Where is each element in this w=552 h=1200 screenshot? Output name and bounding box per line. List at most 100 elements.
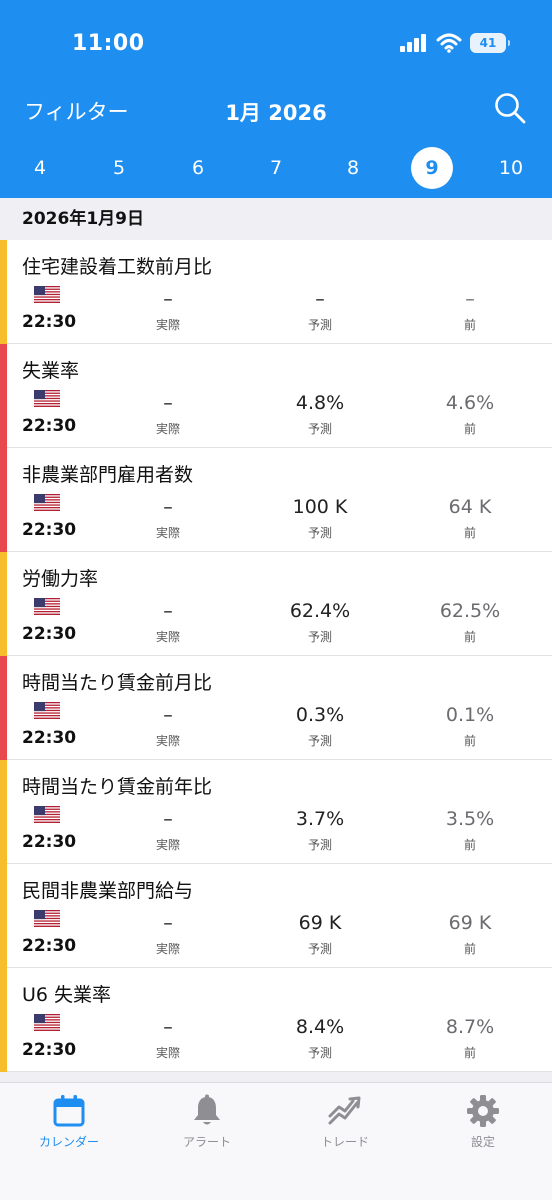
previous-value: 62.5% — [439, 600, 501, 622]
date-strip: 4 5 6 7 8 9 10 — [0, 145, 552, 189]
us-flag-icon — [34, 1014, 60, 1031]
calendar-icon — [53, 1095, 85, 1127]
event-row[interactable]: 失業率 22:30 – 実際 4.8% 予測 4.6% 前 — [0, 344, 552, 448]
us-flag-icon — [34, 286, 60, 303]
event-title: 住宅建設着工数前月比 — [22, 256, 213, 278]
actual-label: 実際 — [155, 318, 180, 332]
previous-label: 前 — [463, 318, 476, 332]
app-root: 11:00 41 フィルター 1月 2026 4 5 6 7 8 9 10 20… — [0, 0, 552, 1200]
tab-calendar[interactable]: カレンダー — [0, 1093, 138, 1157]
previous-column: 8.7% 前 — [410, 1014, 530, 1061]
tab-alerts-label: アラート — [182, 1135, 231, 1149]
forecast-column: 4.8% 予測 — [260, 390, 380, 437]
date-item-9[interactable]: 9 — [411, 147, 453, 189]
previous-value: – — [465, 288, 475, 310]
date-item-5[interactable]: 5 — [98, 147, 140, 189]
previous-value: 4.6% — [445, 392, 495, 414]
actual-label: 実際 — [155, 942, 180, 956]
trade-chart-icon — [328, 1096, 361, 1125]
forecast-column: – 予測 — [260, 286, 380, 333]
event-title: 非農業部門雇用者数 — [22, 464, 194, 486]
forecast-value: 0.3% — [295, 704, 345, 726]
list-footer-spacer — [0, 1072, 552, 1082]
impact-indicator — [0, 448, 7, 552]
previous-value: 8.7% — [445, 1016, 495, 1038]
tab-settings[interactable]: 設定 — [414, 1093, 552, 1157]
tab-alerts[interactable]: アラート — [138, 1093, 276, 1157]
date-item-6[interactable]: 6 — [177, 147, 219, 189]
us-flag-icon — [34, 910, 60, 927]
actual-label: 実際 — [155, 526, 180, 540]
previous-value: 3.5% — [445, 808, 495, 830]
forecast-label: 予測 — [307, 318, 332, 332]
event-row[interactable]: 時間当たり賃金前年比 22:30 – 実際 3.7% 予測 3.5% 前 — [0, 760, 552, 864]
previous-value: 64 K — [448, 496, 492, 518]
actual-column: – 実際 — [108, 806, 228, 853]
actual-value: – — [163, 912, 173, 934]
actual-value: – — [163, 704, 173, 726]
month-title[interactable]: 1月 2026 — [0, 97, 552, 127]
actual-column: – 実際 — [108, 1014, 228, 1061]
tab-calendar-label: カレンダー — [38, 1135, 99, 1149]
event-row[interactable]: 労働力率 22:30 – 実際 62.4% 予測 62.5% 前 — [0, 552, 552, 656]
event-title: U6 失業率 — [22, 984, 112, 1006]
forecast-value: 69 K — [298, 912, 342, 934]
date-item-4[interactable]: 4 — [19, 147, 61, 189]
status-icons: 41 — [400, 33, 510, 53]
forecast-column: 8.4% 予測 — [260, 1014, 380, 1061]
event-time: 22:30 — [22, 832, 77, 852]
tab-trade[interactable]: トレード — [276, 1093, 414, 1157]
event-title: 労働力率 — [22, 568, 99, 590]
impact-indicator — [0, 552, 7, 656]
us-flag-icon — [34, 598, 60, 615]
previous-column: 0.1% 前 — [410, 702, 530, 749]
forecast-column: 100 K 予測 — [260, 494, 380, 541]
tab-trade-label: トレード — [320, 1135, 369, 1149]
actual-value: – — [163, 392, 173, 414]
event-row[interactable]: 民間非農業部門給与 22:30 – 実際 69 K 予測 69 K 前 — [0, 864, 552, 968]
actual-value: – — [163, 600, 173, 622]
date-item-7[interactable]: 7 — [255, 147, 297, 189]
impact-indicator — [0, 656, 7, 760]
previous-value: 0.1% — [445, 704, 495, 726]
event-row[interactable]: 住宅建設着工数前月比 22:30 – 実際 – 予測 – 前 — [0, 240, 552, 344]
previous-column: 69 K 前 — [410, 910, 530, 957]
impact-indicator — [0, 968, 7, 1072]
actual-column: – 実際 — [108, 494, 228, 541]
event-title: 失業率 — [22, 360, 80, 382]
forecast-value: 100 K — [292, 496, 348, 518]
forecast-label: 予測 — [307, 734, 332, 748]
event-row[interactable]: U6 失業率 22:30 – 実際 8.4% 予測 8.7% 前 — [0, 968, 552, 1072]
previous-label: 前 — [463, 838, 476, 852]
forecast-column: 62.4% 予測 — [260, 598, 380, 645]
bell-icon — [194, 1094, 220, 1125]
previous-label: 前 — [463, 734, 476, 748]
forecast-column: 3.7% 予測 — [260, 806, 380, 853]
nav-row: フィルター 1月 2026 — [0, 90, 552, 134]
previous-label: 前 — [463, 526, 476, 540]
impact-indicator — [0, 760, 7, 864]
date-item-10[interactable]: 10 — [490, 147, 532, 189]
event-row[interactable]: 時間当たり賃金前月比 22:30 – 実際 0.3% 予測 0.1% 前 — [0, 656, 552, 760]
forecast-value: 3.7% — [295, 808, 345, 830]
actual-column: – 実際 — [108, 286, 228, 333]
search-icon[interactable] — [492, 90, 528, 126]
actual-column: – 実際 — [108, 910, 228, 957]
actual-value: – — [163, 1016, 173, 1038]
date-item-8[interactable]: 8 — [332, 147, 374, 189]
impact-indicator — [0, 240, 7, 344]
forecast-label: 予測 — [307, 422, 332, 436]
actual-label: 実際 — [155, 630, 180, 644]
gear-icon — [467, 1095, 499, 1127]
us-flag-icon — [34, 390, 60, 407]
status-time: 11:00 — [72, 31, 145, 56]
event-time: 22:30 — [22, 312, 77, 332]
wifi-icon — [436, 33, 462, 53]
event-row[interactable]: 非農業部門雇用者数 22:30 – 実際 100 K 予測 64 K 前 — [0, 448, 552, 552]
actual-label: 実際 — [155, 734, 180, 748]
previous-label: 前 — [463, 1046, 476, 1060]
actual-label: 実際 — [155, 1046, 180, 1060]
event-title: 時間当たり賃金前年比 — [22, 776, 213, 798]
previous-column: 64 K 前 — [410, 494, 530, 541]
previous-label: 前 — [463, 942, 476, 956]
